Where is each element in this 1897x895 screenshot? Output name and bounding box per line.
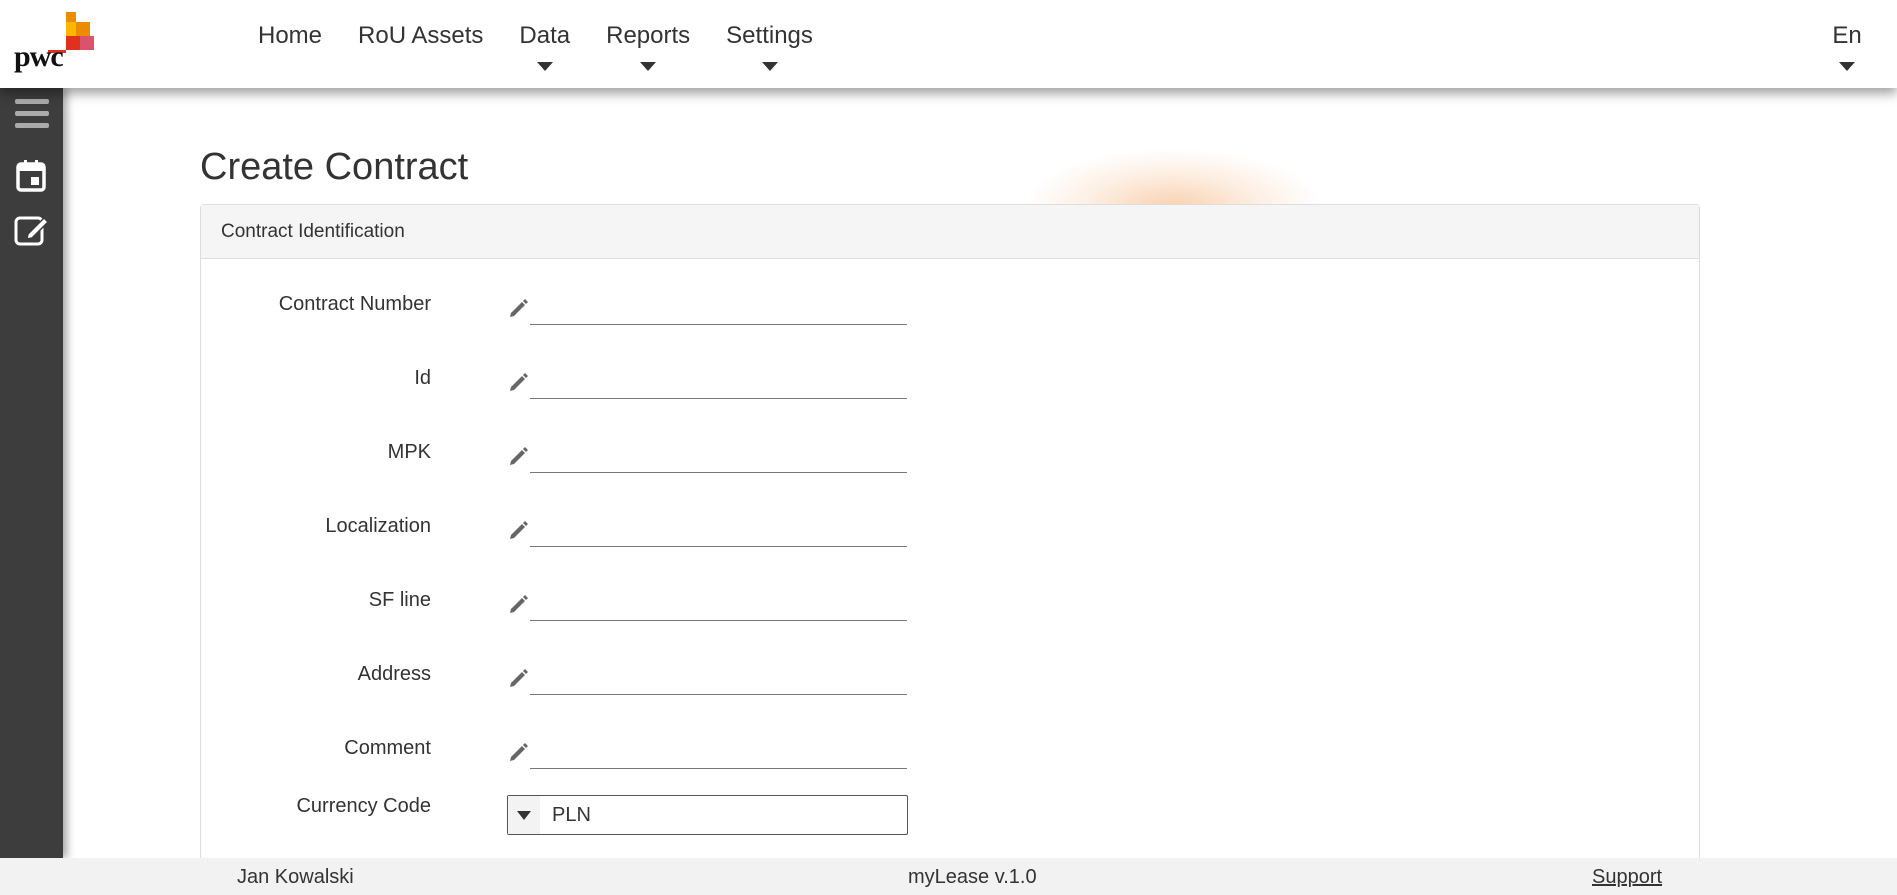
caret-down-icon (517, 811, 531, 820)
nav-reports[interactable]: Reports (588, 0, 708, 88)
comment-input[interactable] (530, 735, 907, 769)
nav-settings[interactable]: Settings (708, 0, 831, 88)
pencil-icon (510, 299, 528, 317)
currency-code-select[interactable]: PLN (507, 795, 908, 835)
field-row-currency-code: Currency Code PLN (201, 795, 1201, 839)
field-label: Comment (344, 737, 431, 759)
language-selector[interactable]: En (1827, 22, 1867, 82)
sidebar (0, 88, 63, 858)
footer-user: Jan Kowalski (237, 866, 354, 888)
field-row-mpk: MPK (201, 435, 1201, 475)
pencil-icon (510, 743, 528, 761)
field-label: Id (414, 367, 431, 389)
nav-data[interactable]: Data (501, 0, 588, 88)
field-label: SF line (368, 589, 431, 611)
pencil-icon (510, 447, 528, 465)
field-row-comment: Comment (201, 731, 1201, 771)
field-row-localization: Localization (201, 509, 1201, 549)
pencil-icon (510, 669, 528, 687)
footer-version: myLease v.1.0 (908, 866, 1037, 888)
field-row-sf-line: SF line (201, 583, 1201, 623)
caret-down-icon (640, 62, 657, 71)
localization-input[interactable] (530, 513, 907, 547)
nav-home[interactable]: Home (240, 0, 340, 88)
main-content: Create Contract Contract Identification … (63, 88, 1897, 858)
field-row-id: Id (201, 361, 1201, 401)
pencil-icon (510, 595, 528, 613)
menu-icon[interactable] (14, 96, 50, 132)
id-input[interactable] (530, 365, 907, 399)
logo-text: pwc (14, 40, 64, 73)
mpk-input[interactable] (530, 439, 907, 473)
dropdown-toggle[interactable] (508, 796, 540, 834)
footer: Jan Kowalski myLease v.1.0 Support (0, 858, 1897, 895)
calendar-icon[interactable] (14, 158, 50, 194)
panel-title: Contract Identification (201, 205, 1699, 259)
pencil-icon (510, 521, 528, 539)
edit-icon[interactable] (14, 212, 50, 248)
field-row-address: Address (201, 657, 1201, 697)
field-row-contract-number: Contract Number (201, 287, 1201, 327)
caret-down-icon (1839, 62, 1855, 71)
contract-identification-panel: Contract Identification Contract Number … (200, 204, 1700, 858)
field-label: Currency Code (296, 795, 431, 817)
main-nav: Home RoU Assets Data Reports Settings (240, 0, 831, 88)
support-link[interactable]: Support (1592, 866, 1662, 889)
field-label: Contract Number (278, 293, 431, 315)
caret-down-icon (536, 62, 553, 71)
sf-line-input[interactable] (530, 587, 907, 621)
field-label: Localization (325, 515, 431, 537)
pwc-logo[interactable]: pwc (14, 12, 94, 74)
nav-rou-assets[interactable]: RoU Assets (340, 0, 501, 88)
contract-number-input[interactable] (530, 291, 907, 325)
pencil-icon (510, 373, 528, 391)
field-label: MPK (387, 441, 431, 463)
currency-code-value: PLN (552, 804, 591, 826)
top-navbar: pwc Home RoU Assets Data Reports Setting… (0, 0, 1897, 88)
field-label: Address (357, 663, 431, 685)
caret-down-icon (761, 62, 778, 71)
address-input[interactable] (530, 661, 907, 695)
page-title: Create Contract (200, 146, 469, 188)
